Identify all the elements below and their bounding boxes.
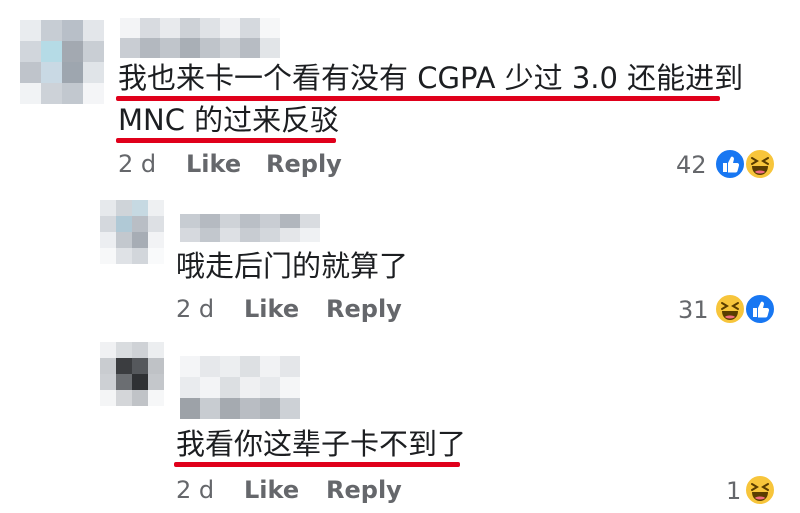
- comment-time[interactable]: 2 d: [176, 295, 214, 323]
- reaction-count[interactable]: 31: [678, 296, 709, 324]
- avatar-blurred[interactable]: [20, 20, 104, 104]
- haha-icon[interactable]: [714, 293, 746, 325]
- like-button[interactable]: Like: [244, 476, 299, 504]
- reply-button[interactable]: Reply: [326, 476, 402, 504]
- haha-icon[interactable]: [744, 148, 776, 180]
- reaction-count[interactable]: 42: [676, 151, 707, 179]
- comment-text-line-1: 我也来卡一个看有没有 CGPA 少过 3.0 还能进到: [118, 61, 744, 95]
- red-underline: [116, 138, 336, 143]
- avatar-blurred[interactable]: [100, 342, 164, 406]
- author-name-blurred[interactable]: [120, 18, 280, 58]
- red-underline: [174, 462, 460, 467]
- comment-text-line-1: 哦走后门的就算了: [176, 249, 409, 283]
- reply-button[interactable]: Reply: [326, 295, 402, 323]
- like-icon[interactable]: [714, 148, 746, 180]
- haha-icon[interactable]: [744, 474, 776, 506]
- comment-time[interactable]: 2 d: [118, 150, 156, 178]
- author-name-blurred[interactable]: [180, 214, 320, 242]
- like-button[interactable]: Like: [186, 150, 241, 178]
- comment-text-line-2: MNC 的过来反驳: [118, 103, 340, 137]
- like-icon[interactable]: [744, 293, 776, 325]
- comment-time[interactable]: 2 d: [176, 476, 214, 504]
- reply-button[interactable]: Reply: [266, 150, 342, 178]
- author-name-blurred[interactable]: [180, 356, 300, 420]
- comment-text-line-1: 我看你这辈子卡不到了: [176, 427, 467, 461]
- comment-thread: 我也来卡一个看有没有 CGPA 少过 3.0 还能进到 MNC 的过来反驳 2 …: [0, 0, 800, 513]
- avatar-blurred[interactable]: [100, 200, 164, 264]
- reaction-count[interactable]: 1: [726, 477, 741, 505]
- like-button[interactable]: Like: [244, 295, 299, 323]
